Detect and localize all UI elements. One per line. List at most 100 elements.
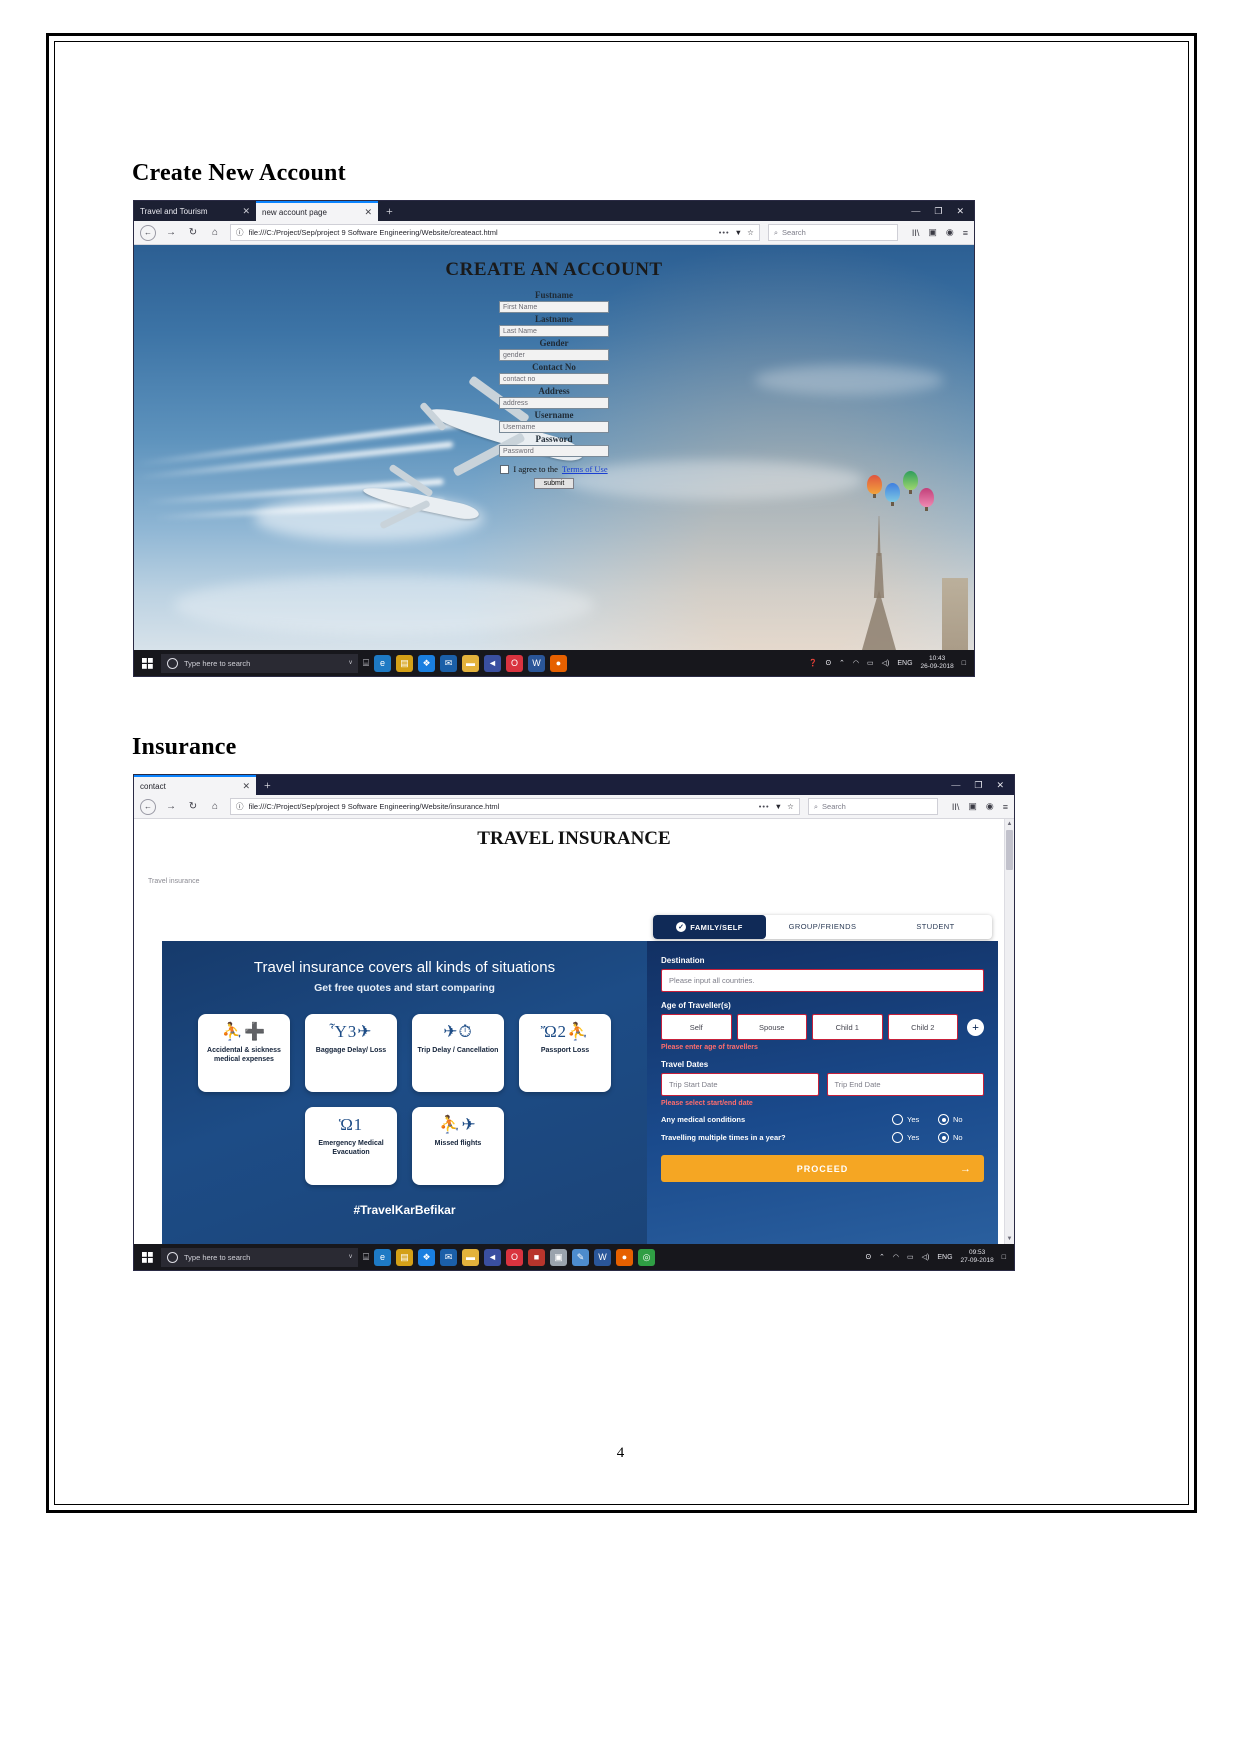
bookmark-star-icon[interactable]: ☆: [787, 802, 794, 811]
page-actions-icon[interactable]: •••: [719, 228, 730, 237]
people-icon[interactable]: ʘ: [866, 1254, 871, 1261]
radio-multiple-no[interactable]: No: [938, 1132, 984, 1143]
scroll-up-icon[interactable]: ▲: [1006, 821, 1013, 827]
notification-center-icon[interactable]: □: [962, 660, 966, 667]
input-destination[interactable]: Please input all countries.: [661, 969, 984, 992]
coverage-card[interactable]: ⛹➕ Accidental & sickness medical expense…: [198, 1014, 290, 1092]
wifi-icon[interactable]: ◠: [853, 659, 859, 667]
wifi-icon[interactable]: ◠: [893, 1253, 899, 1261]
close-icon[interactable]: ✕: [364, 207, 372, 218]
edge-icon[interactable]: e: [374, 654, 391, 672]
people-icon[interactable]: ʘ: [826, 660, 831, 667]
word-icon[interactable]: W: [594, 1248, 611, 1266]
explorer-icon[interactable]: ▬: [462, 1248, 479, 1266]
dropbox-icon[interactable]: ❖: [418, 1248, 435, 1266]
notification-center-icon[interactable]: □: [1002, 1254, 1006, 1261]
edge-icon[interactable]: e: [374, 1248, 391, 1266]
tab-new-account-page[interactable]: new account page ✕: [256, 201, 378, 221]
library-icon[interactable]: II\: [912, 228, 920, 238]
word-icon[interactable]: W: [528, 654, 545, 672]
opera-icon[interactable]: O: [506, 654, 523, 672]
taskbar-clock[interactable]: 09:53 27-09-2018: [961, 1249, 994, 1265]
start-button-icon[interactable]: [138, 654, 156, 672]
battery-icon[interactable]: ▭: [867, 659, 874, 667]
proceed-button[interactable]: PROCEED →: [661, 1155, 984, 1182]
submit-button[interactable]: submit: [533, 478, 575, 489]
volume-icon[interactable]: ◁): [922, 1253, 930, 1261]
minimize-icon[interactable]: —: [911, 206, 920, 216]
new-tab-button[interactable]: +: [378, 201, 401, 221]
task-view-icon[interactable]: ⌸: [363, 658, 369, 669]
task-view-icon[interactable]: ⌸: [363, 1252, 369, 1263]
vlc-icon[interactable]: ◄: [484, 1248, 501, 1266]
microphone-icon[interactable]: ᵛ: [349, 1252, 352, 1262]
home-icon[interactable]: ⌂: [208, 800, 222, 814]
tab-travel-and-tourism[interactable]: Travel and Tourism ✕: [134, 201, 256, 221]
sidebar-icon[interactable]: ▣: [968, 801, 977, 812]
home-icon[interactable]: ⌂: [208, 226, 222, 240]
close-icon[interactable]: ✕: [996, 780, 1004, 791]
tab-student[interactable]: STUDENT: [879, 915, 992, 939]
input-contact-no[interactable]: contact no: [499, 373, 609, 385]
address-bar[interactable]: ⓘ file:///C:/Project/Sep/project 9 Softw…: [230, 224, 760, 241]
mail-icon[interactable]: ✉: [440, 1248, 457, 1266]
terms-of-use-link[interactable]: Terms of Use: [562, 464, 608, 474]
input-gender[interactable]: gender: [499, 349, 609, 361]
tab-group-friends[interactable]: GROUP/FRIENDS: [766, 915, 879, 939]
maximize-icon[interactable]: ❐: [974, 780, 982, 791]
info-icon[interactable]: ⓘ: [236, 801, 244, 812]
tab-contact[interactable]: contact ✕: [134, 775, 256, 795]
menu-icon[interactable]: ≡: [963, 228, 968, 238]
close-icon[interactable]: ✕: [956, 206, 964, 217]
mail-icon[interactable]: ✉: [440, 654, 457, 672]
search-box[interactable]: ⌕ Search: [807, 798, 938, 815]
page-actions-icon[interactable]: •••: [759, 802, 770, 811]
new-tab-button[interactable]: +: [256, 775, 279, 795]
close-icon[interactable]: ✕: [242, 781, 250, 792]
reload-icon[interactable]: ↻: [186, 800, 200, 814]
add-traveller-icon[interactable]: +: [967, 1018, 984, 1036]
sidebar-icon[interactable]: ▣: [928, 227, 937, 238]
terms-checkbox[interactable]: [500, 464, 510, 474]
account-icon[interactable]: ◉: [986, 801, 994, 812]
bookmark-star-icon[interactable]: ☆: [747, 228, 754, 237]
firefox-icon[interactable]: ●: [550, 654, 567, 672]
language-indicator[interactable]: ENG: [937, 1254, 952, 1261]
tab-family-self[interactable]: ✓ FAMILY/SELF: [653, 915, 766, 939]
forward-icon[interactable]: →: [164, 226, 178, 240]
chevron-up-icon[interactable]: ⌃: [879, 1253, 885, 1261]
microphone-icon[interactable]: ᵛ: [349, 658, 352, 668]
back-icon[interactable]: ←: [140, 798, 156, 815]
help-icon[interactable]: ❓: [809, 659, 818, 667]
language-indicator[interactable]: ENG: [897, 660, 912, 667]
forward-icon[interactable]: →: [164, 800, 178, 814]
coverage-card[interactable]: Ὤ2⛹ Passport Loss: [519, 1014, 611, 1092]
coverage-card[interactable]: ⛹✈ Missed flights: [412, 1107, 504, 1185]
input-lastname[interactable]: Last Name: [499, 325, 609, 337]
opera-icon[interactable]: O: [506, 1248, 523, 1266]
taskbar-search-box[interactable]: Type here to search ᵛ: [161, 653, 358, 673]
library-icon[interactable]: II\: [952, 802, 960, 812]
dropbox-icon[interactable]: ❖: [418, 654, 435, 672]
age-box-self[interactable]: Self: [661, 1014, 732, 1040]
volume-icon[interactable]: ◁): [882, 659, 890, 667]
info-icon[interactable]: ⓘ: [236, 227, 244, 238]
paint-icon[interactable]: ✎: [572, 1248, 589, 1266]
coverage-card[interactable]: ✈⏱ Trip Delay / Cancellation: [412, 1014, 504, 1092]
store-icon[interactable]: ▤: [396, 1248, 413, 1266]
search-box[interactable]: ⌕ Search: [767, 224, 898, 241]
pdf-icon[interactable]: ■: [528, 1248, 545, 1266]
chevron-up-icon[interactable]: ⌃: [839, 659, 845, 667]
input-trip-end-date[interactable]: Trip End Date: [826, 1073, 984, 1096]
explorer-icon[interactable]: ▬: [462, 654, 479, 672]
minimize-icon[interactable]: —: [951, 780, 960, 790]
taskbar-clock[interactable]: 10:43 26-09-2018: [921, 655, 954, 671]
start-button-icon[interactable]: [138, 1248, 156, 1266]
shield-icon[interactable]: ▼: [775, 802, 782, 811]
input-username[interactable]: Username: [499, 421, 609, 433]
shield-icon[interactable]: ▼: [735, 228, 742, 237]
input-address[interactable]: address: [499, 397, 609, 409]
input-password[interactable]: Password: [499, 445, 609, 457]
age-box-spouse[interactable]: Spouse: [736, 1014, 807, 1040]
radio-medical-yes[interactable]: Yes: [892, 1114, 938, 1125]
